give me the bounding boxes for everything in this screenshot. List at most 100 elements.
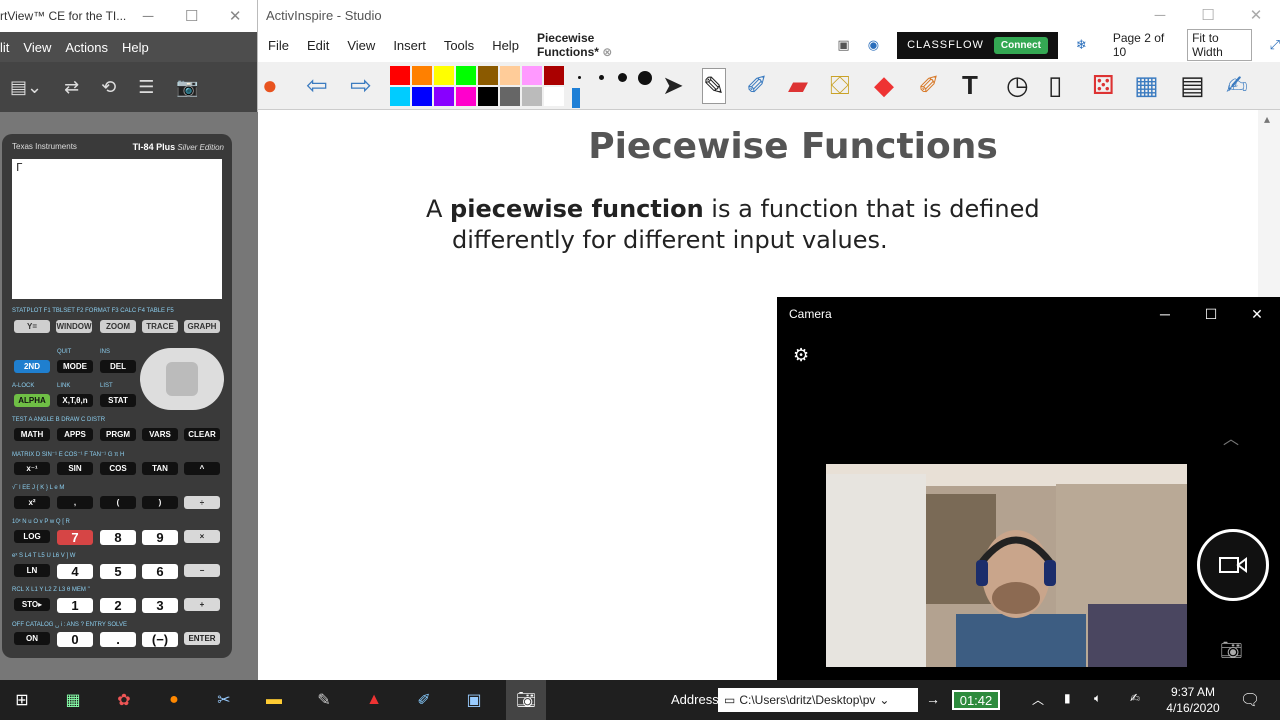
calc-menu-actions[interactable]: Actions: [65, 40, 108, 55]
color-swatch[interactable]: [390, 66, 410, 85]
calc-minimize-button[interactable]: ─: [126, 8, 170, 25]
notifications-icon[interactable]: 🗨︎: [1240, 690, 1260, 710]
photo-mode-icon[interactable]: 📷︎: [1220, 640, 1243, 661]
calc-key[interactable]: Y=: [14, 320, 50, 333]
color-swatch[interactable]: [412, 87, 432, 106]
calc-key[interactable]: GRAPH: [184, 320, 220, 333]
previous-page-icon[interactable]: ⇦: [306, 68, 328, 102]
connect-button[interactable]: Connect: [993, 36, 1048, 54]
select-icon[interactable]: ➤: [662, 68, 684, 102]
calc-key[interactable]: STAT: [100, 394, 136, 407]
calc-key[interactable]: 3: [142, 598, 178, 613]
calc-key[interactable]: LN: [14, 564, 50, 577]
calc-key[interactable]: 6: [142, 564, 178, 579]
color-swatch[interactable]: [478, 66, 498, 85]
calc-key[interactable]: STO▸: [14, 598, 50, 611]
ai-maximize-button[interactable]: ☐: [1184, 6, 1232, 24]
calc-menu-help[interactable]: Help: [122, 40, 149, 55]
calc-key[interactable]: 8: [100, 530, 136, 545]
color-swatch[interactable]: [412, 66, 432, 85]
pen-icon[interactable]: ✎: [702, 68, 726, 104]
layout-icon[interactable]: ▤⌄: [10, 77, 42, 98]
color-swatch[interactable]: [434, 87, 454, 106]
acrobat-icon[interactable]: ▲: [362, 688, 386, 712]
close-tab-icon[interactable]: ⊗: [602, 45, 612, 59]
calc-key[interactable]: ENTER: [184, 632, 220, 645]
fill-icon[interactable]: ⛋: [830, 68, 850, 102]
calc-key[interactable]: APPS: [57, 428, 93, 441]
calc-key[interactable]: TAN: [142, 462, 178, 475]
go-arrow-icon[interactable]: →: [926, 691, 940, 707]
calc-key[interactable]: .: [100, 632, 136, 647]
calc-key[interactable]: CLEAR: [184, 428, 220, 441]
pen-width-4[interactable]: [638, 71, 652, 85]
calc-key[interactable]: PRGM: [100, 428, 136, 441]
pen-workspace-icon[interactable]: ✍: [1130, 691, 1140, 705]
swap-icon[interactable]: ⇄: [64, 77, 79, 98]
color-swatch[interactable]: [522, 66, 542, 85]
calc-key[interactable]: ZOOM: [100, 320, 136, 333]
calc-key[interactable]: 2ND: [14, 360, 50, 373]
address-bar[interactable]: ▭ C:\Users\dritz\Desktop\pv ⌄: [718, 688, 918, 712]
pen-width-1[interactable]: [578, 76, 581, 79]
calculator-app-icon[interactable]: ▦: [61, 688, 85, 712]
text-icon[interactable]: T: [962, 68, 978, 102]
calc-key[interactable]: −: [184, 564, 220, 577]
pen-app-icon[interactable]: ✎: [312, 688, 336, 712]
pen-width-3[interactable]: [618, 73, 627, 82]
calc-key[interactable]: 4: [57, 564, 93, 579]
smartview-app-icon[interactable]: ▣: [462, 688, 486, 712]
ai-close-button[interactable]: ✕: [1232, 6, 1280, 24]
activinspire-logo-icon[interactable]: ◉: [868, 37, 879, 53]
snipping-tool-icon[interactable]: ✂: [212, 688, 236, 712]
main-menu-icon[interactable]: ●: [262, 68, 278, 102]
page-browser-icon[interactable]: ❄: [1076, 37, 1087, 53]
dashboard-icon[interactable]: ▣: [837, 37, 849, 53]
camera-minimize-button[interactable]: ─: [1142, 306, 1188, 322]
calc-key[interactable]: +: [184, 598, 220, 611]
tray-overflow-icon[interactable]: ︿: [1032, 691, 1044, 708]
calc-key[interactable]: X,T,θ,n: [57, 394, 93, 407]
activinspire-app-icon[interactable]: ✐: [412, 688, 436, 712]
calc-key[interactable]: 0: [57, 632, 93, 647]
list-icon[interactable]: ☰: [138, 77, 154, 98]
color-swatch[interactable]: [522, 87, 542, 106]
camera-app-icon[interactable]: 📷︎: [506, 680, 546, 720]
calc-key[interactable]: VARS: [142, 428, 178, 441]
menu-insert[interactable]: Insert: [393, 38, 426, 53]
calc-key[interactable]: DEL: [100, 360, 136, 373]
color-swatch[interactable]: [390, 87, 410, 106]
menu-view[interactable]: View: [347, 38, 375, 53]
pen-width-2[interactable]: [599, 75, 604, 80]
address-input[interactable]: C:\Users\dritz\Desktop\pv: [739, 693, 875, 707]
screenshot-camera-icon[interactable]: 📷: [176, 77, 198, 98]
calc-key[interactable]: 2: [100, 598, 136, 613]
calc-key[interactable]: COS: [100, 462, 136, 475]
arrow-pad[interactable]: [140, 348, 224, 410]
camera-maximize-button[interactable]: ☐: [1188, 306, 1234, 323]
calc-key[interactable]: (: [100, 496, 136, 509]
calc-key[interactable]: ): [142, 496, 178, 509]
color-swatch[interactable]: [478, 87, 498, 106]
calc-key[interactable]: LOG: [14, 530, 50, 543]
color-swatch[interactable]: [500, 66, 520, 85]
collapse-chevron-icon[interactable]: ︿: [1223, 425, 1239, 449]
recorder-icon[interactable]: ▦: [1134, 68, 1159, 102]
calc-key[interactable]: WINDOW: [56, 320, 92, 333]
calc-key[interactable]: (−): [142, 632, 178, 647]
calc-key[interactable]: MATH: [14, 428, 50, 441]
calc-close-button[interactable]: ✕: [213, 7, 257, 25]
calc-key[interactable]: TRACE: [142, 320, 178, 333]
menu-file[interactable]: File: [268, 38, 289, 53]
color-swatch[interactable]: [500, 87, 520, 106]
ai-minimize-button[interactable]: ─: [1136, 7, 1184, 24]
menu-tools[interactable]: Tools: [444, 38, 474, 53]
calc-menu-view[interactable]: View: [23, 40, 51, 55]
shape-icon[interactable]: ◆: [874, 68, 894, 102]
calc-key[interactable]: 7: [57, 530, 93, 545]
color-swatch[interactable]: [434, 66, 454, 85]
calc-key[interactable]: MODE: [57, 360, 93, 373]
revealer-icon[interactable]: ▯: [1048, 68, 1062, 102]
calc-key[interactable]: ×: [184, 530, 220, 543]
calc-key[interactable]: x⁻¹: [14, 462, 50, 475]
